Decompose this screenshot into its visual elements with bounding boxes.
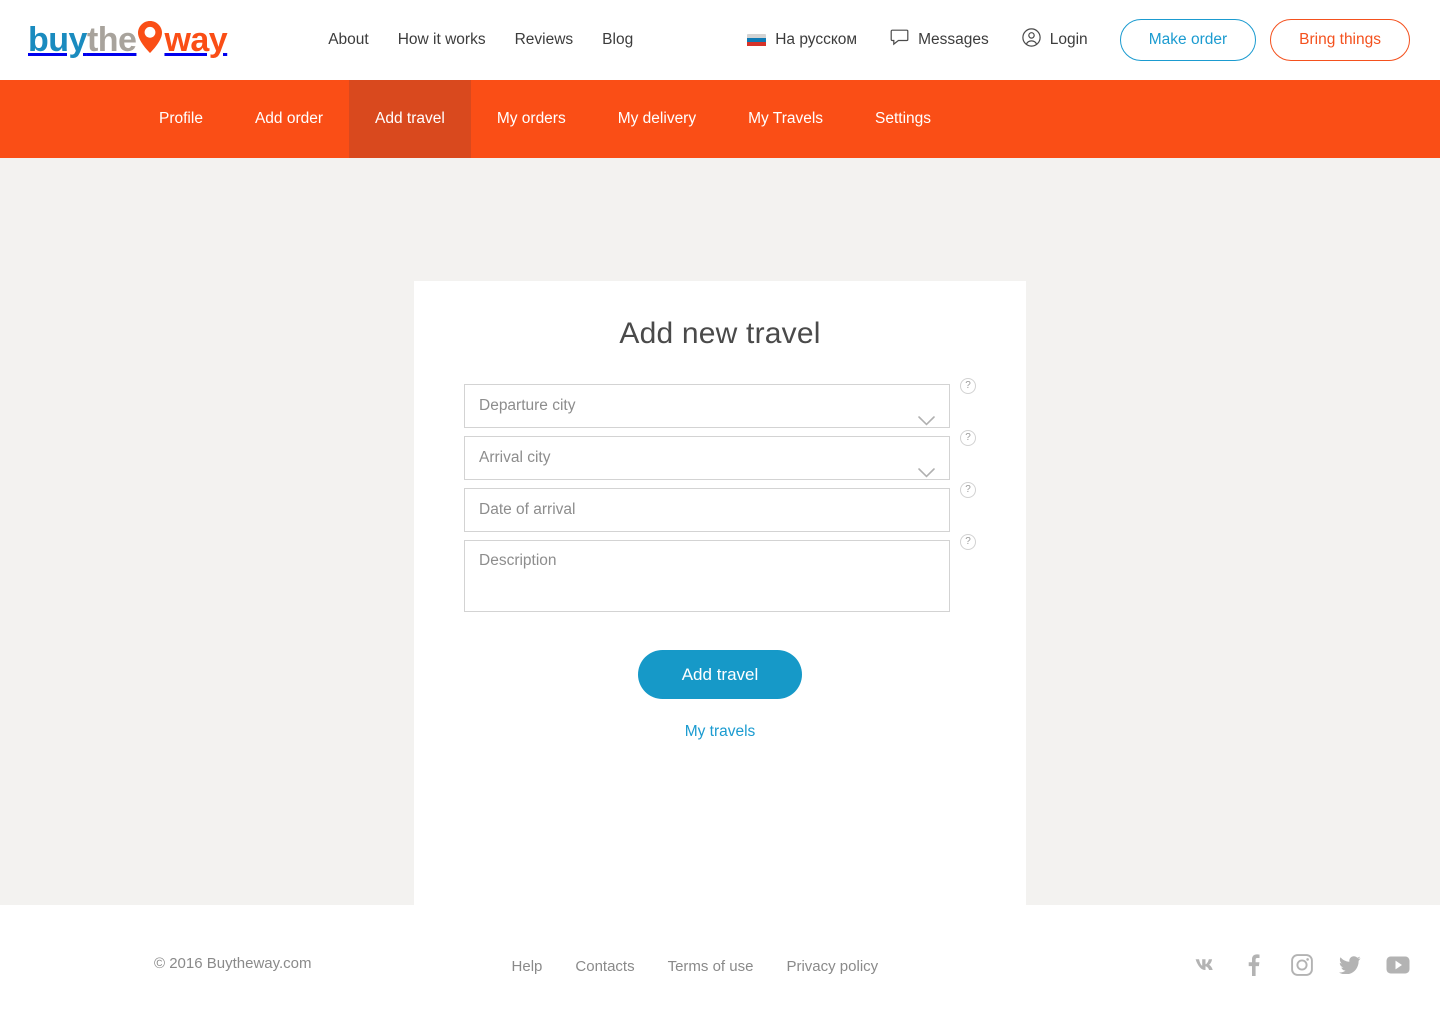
login-label: Login: [1049, 31, 1088, 48]
footer-link-contacts[interactable]: Contacts: [575, 958, 634, 975]
user-circle-icon: [1022, 28, 1041, 52]
subnav-item-add-order[interactable]: Add order: [229, 80, 349, 158]
facebook-link[interactable]: [1242, 954, 1266, 981]
bring-things-button[interactable]: Bring things: [1270, 19, 1410, 61]
my-travels-link[interactable]: My travels: [685, 723, 756, 740]
departure-city-select[interactable]: Departure city: [464, 384, 950, 428]
date-of-arrival-input[interactable]: Date of arrival: [464, 488, 950, 532]
vk-icon: [1195, 958, 1217, 977]
nav-item-how-it-works[interactable]: How it works: [398, 31, 486, 49]
twitter-icon: [1338, 956, 1361, 979]
main-navigation: About How it works Reviews Blog: [328, 31, 633, 49]
main-content: Add new travel Departure city ? Arrival …: [0, 158, 1440, 905]
header-action-buttons: Make order Bring things: [1119, 19, 1410, 61]
field-row-description: Description ?: [464, 534, 976, 612]
description-textarea[interactable]: Description: [464, 540, 950, 612]
date-of-arrival-placeholder: Date of arrival: [479, 501, 576, 518]
logo-text-way: way: [164, 21, 228, 59]
field-row-departure-city: Departure city ?: [464, 378, 976, 428]
account-subnav: Profile Add order Add travel My orders M…: [0, 80, 1440, 158]
submit-container: Add travel: [464, 650, 976, 699]
login-link[interactable]: Login: [1022, 28, 1088, 52]
chevron-down-icon: [918, 453, 935, 478]
page-title: Add new travel: [619, 317, 821, 350]
field-row-arrival-city: Arrival city ?: [464, 430, 976, 480]
twitter-link[interactable]: [1338, 956, 1362, 980]
nav-item-reviews[interactable]: Reviews: [515, 31, 574, 49]
arrival-city-placeholder: Arrival city: [479, 449, 551, 466]
facebook-icon: [1248, 954, 1260, 981]
logo-text-the: the: [86, 21, 137, 59]
top-header: buy the way About How it works Reviews B…: [0, 0, 1440, 80]
copyright-text: © 2016 Buytheway.com: [154, 955, 312, 972]
field-row-date-of-arrival: Date of arrival ?: [464, 482, 976, 532]
messages-link[interactable]: Messages: [890, 29, 989, 52]
instagram-icon: [1291, 954, 1313, 981]
messages-label: Messages: [918, 31, 989, 48]
language-switcher-ru[interactable]: На русском: [747, 31, 857, 49]
site-logo[interactable]: buy the way: [28, 20, 228, 59]
nav-item-blog[interactable]: Blog: [602, 31, 633, 49]
logo-text-buy: buy: [28, 21, 87, 59]
youtube-icon: [1386, 956, 1410, 979]
nav-item-about[interactable]: About: [328, 31, 369, 49]
add-travel-card: Add new travel Departure city ? Arrival …: [414, 281, 1026, 905]
help-icon-arrival-city[interactable]: ?: [960, 430, 976, 446]
subnav-item-profile[interactable]: Profile: [133, 80, 229, 158]
russian-flag-icon: [747, 33, 767, 47]
youtube-link[interactable]: [1386, 956, 1410, 980]
description-placeholder: Description: [479, 552, 557, 569]
subnav-item-my-delivery[interactable]: My delivery: [592, 80, 722, 158]
help-icon-date-of-arrival[interactable]: ?: [960, 482, 976, 498]
arrival-city-select[interactable]: Arrival city: [464, 436, 950, 480]
subnav-item-my-orders[interactable]: My orders: [471, 80, 592, 158]
footer-link-terms-of-use[interactable]: Terms of use: [668, 958, 754, 975]
utility-navigation: На русском Messages Login: [747, 28, 1088, 52]
map-pin-icon: [137, 20, 163, 54]
instagram-link[interactable]: [1290, 954, 1314, 981]
subnav-item-my-travels[interactable]: My Travels: [722, 80, 849, 158]
site-footer: © 2016 Buytheway.com Help Contacts Terms…: [0, 905, 1440, 1022]
footer-link-help[interactable]: Help: [512, 958, 543, 975]
make-order-button[interactable]: Make order: [1119, 19, 1257, 61]
help-icon-description[interactable]: ?: [960, 534, 976, 550]
subnav-item-add-travel[interactable]: Add travel: [349, 80, 471, 158]
footer-links: Help Contacts Terms of use Privacy polic…: [512, 952, 879, 975]
departure-city-placeholder: Departure city: [479, 397, 576, 414]
social-links: [1194, 948, 1410, 980]
help-icon-departure-city[interactable]: ?: [960, 378, 976, 394]
secondary-link-container: My travels: [464, 723, 976, 741]
speech-bubble-icon: [890, 29, 909, 52]
language-switcher-label: На русском: [775, 31, 858, 48]
footer-link-privacy-policy[interactable]: Privacy policy: [786, 958, 878, 975]
subnav-item-settings[interactable]: Settings: [849, 80, 957, 158]
add-travel-button[interactable]: Add travel: [637, 650, 803, 699]
chevron-down-icon: [918, 401, 935, 426]
vk-link[interactable]: [1194, 956, 1218, 980]
